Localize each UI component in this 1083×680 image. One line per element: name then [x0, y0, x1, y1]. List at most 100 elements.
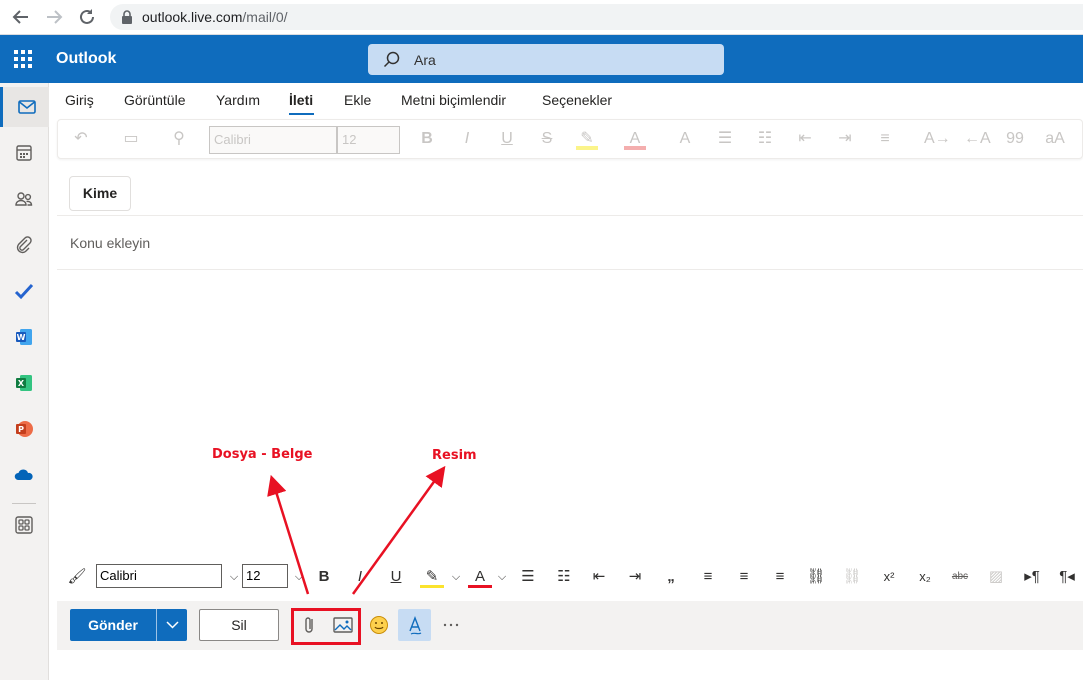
powerpoint-icon: P — [16, 421, 33, 437]
back-icon[interactable] — [10, 6, 32, 28]
increase-indent-icon[interactable]: ⇥ — [834, 128, 856, 150]
to-button[interactable]: Kime — [69, 176, 131, 211]
tab-format-text[interactable]: Metni biçimlendir — [401, 92, 506, 108]
size-select[interactable]: 12 — [242, 564, 288, 588]
paste-icon[interactable]: ▭ — [120, 128, 142, 150]
font-color-icon[interactable]: A — [624, 128, 646, 150]
increase-indent-icon[interactable]: ⇥ — [623, 566, 647, 588]
change-case-icon[interactable]: aA — [1044, 128, 1066, 150]
decrease-indent-icon[interactable]: ⇤ — [587, 566, 611, 588]
size-dropdown-icon[interactable]: ⌵ — [287, 566, 311, 588]
rail-excel[interactable]: X — [0, 363, 49, 403]
italic-icon[interactable]: I — [348, 566, 372, 588]
highlight-dropdown-icon[interactable]: ⌵ — [444, 566, 468, 588]
excel-icon: X — [16, 375, 32, 391]
app-launcher-icon[interactable] — [14, 50, 32, 68]
rail-calendar[interactable] — [0, 133, 49, 173]
highlight-icon[interactable]: ✎ — [420, 566, 444, 588]
superscript-icon[interactable]: x² — [877, 566, 901, 588]
font-select[interactable]: Calibri — [96, 564, 222, 588]
ltr-icon[interactable]: A→ — [924, 128, 951, 150]
rail-onedrive[interactable] — [0, 455, 49, 495]
strikethrough-icon[interactable]: abc — [948, 566, 972, 588]
more-options-icon[interactable] — [439, 613, 463, 637]
bullets-icon[interactable]: ☰ — [714, 128, 736, 150]
undo-icon[interactable]: ↶ — [70, 128, 92, 150]
rail-divider — [12, 503, 36, 504]
format-painter-icon[interactable]: 🖌 — [65, 566, 89, 588]
send-button[interactable]: Gönder — [70, 609, 156, 641]
rail-more-apps[interactable] — [0, 505, 49, 545]
format-toolbar: 🖌 Calibri ⌵ 12 ⌵ B I U ✎ ⌵ A ⌵ ☰ ☷ ⇤ ⇥ „… — [57, 560, 1083, 596]
decrease-indent-icon[interactable]: ⇤ — [794, 128, 816, 150]
bullets-icon[interactable]: ☰ — [516, 566, 540, 588]
svg-text:P: P — [18, 425, 24, 434]
align-right-icon[interactable]: ≡ — [768, 566, 792, 588]
quote-icon[interactable]: „ — [659, 566, 683, 588]
tab-options[interactable]: Seçenekler — [542, 92, 612, 108]
forward-icon[interactable] — [43, 6, 65, 28]
subject-input[interactable]: Konu ekleyin — [70, 235, 150, 251]
rtl-paragraph-icon[interactable]: ¶◂ — [1055, 566, 1079, 588]
annotation-image-label: Resim — [432, 448, 477, 463]
ribbon-size-select[interactable]: 12 — [337, 126, 400, 154]
svg-text:X: X — [18, 379, 25, 388]
send-options-button[interactable] — [156, 609, 187, 641]
align-left-icon[interactable]: ≡ — [696, 566, 720, 588]
discard-button[interactable]: Sil — [199, 609, 279, 641]
emoji-icon[interactable] — [367, 613, 391, 637]
rail-powerpoint[interactable]: P — [0, 409, 49, 449]
rail-files[interactable] — [0, 225, 49, 265]
attach-icon[interactable] — [297, 613, 321, 637]
word-icon: W — [16, 329, 32, 345]
underline-icon[interactable]: U — [384, 566, 408, 588]
message-body[interactable] — [57, 273, 1083, 553]
link-icon[interactable]: ⛓ — [804, 566, 828, 588]
font-color-icon[interactable]: A — [468, 566, 492, 588]
rtl-icon[interactable]: ←A — [964, 128, 991, 150]
italic-icon[interactable]: I — [456, 128, 478, 150]
url-text: outlook.live.com/mail/0/ — [142, 9, 288, 25]
numbering-icon[interactable]: ☷ — [754, 128, 776, 150]
bold-icon[interactable]: B — [312, 566, 336, 588]
search-placeholder: Ara — [414, 52, 436, 68]
rail-mail[interactable] — [0, 87, 49, 127]
address-bar[interactable]: outlook.live.com/mail/0/ — [110, 4, 1083, 30]
rail-word[interactable]: W — [0, 317, 49, 357]
subject-divider — [57, 269, 1083, 270]
search-input[interactable]: Ara — [368, 44, 724, 75]
highlight-icon[interactable]: ✎ — [576, 128, 598, 150]
rail-todo[interactable] — [0, 271, 49, 311]
align-icon[interactable]: ≡ — [874, 128, 896, 150]
insert-picture-icon[interactable] — [331, 613, 355, 637]
ltr-paragraph-icon[interactable]: ▸¶ — [1020, 566, 1044, 588]
editor-pen-icon — [409, 616, 422, 635]
numbering-icon[interactable]: ☷ — [552, 566, 576, 588]
format-painter-icon[interactable]: ⚲ — [168, 128, 190, 150]
tab-message[interactable]: İleti — [289, 92, 313, 108]
align-center-icon[interactable]: ≡ — [732, 566, 756, 588]
strikethrough-icon[interactable]: S — [536, 128, 558, 150]
subscript-icon[interactable]: x₂ — [913, 566, 937, 588]
editor-button[interactable] — [398, 609, 431, 641]
bold-icon[interactable]: B — [416, 128, 438, 150]
insert-picture-inline-icon[interactable]: ▨ — [984, 566, 1008, 588]
font-color-dropdown-icon[interactable]: ⌵ — [490, 566, 514, 588]
quote-icon[interactable]: 99 — [1004, 128, 1026, 150]
underline-icon[interactable]: U — [496, 128, 518, 150]
paperclip-icon — [16, 236, 32, 254]
app-header: Outlook Ara — [0, 35, 1083, 83]
tab-insert[interactable]: Ekle — [344, 92, 371, 108]
rail-people[interactable] — [0, 179, 49, 219]
app-rail: W X P — [0, 83, 49, 680]
tab-view[interactable]: Görüntüle — [124, 92, 185, 108]
ribbon-toolbar: ↶ ▭ ⚲ Calibri 12 B I U S ✎ A A ☰ ☷ ⇤ ⇥ ≡… — [57, 119, 1083, 159]
reload-icon[interactable] — [76, 6, 98, 28]
chevron-down-icon — [166, 621, 179, 629]
styles-icon[interactable]: A — [674, 128, 696, 150]
app-title[interactable]: Outlook — [56, 50, 116, 68]
unlink-icon[interactable]: ⛓ — [840, 566, 864, 588]
ribbon-font-select[interactable]: Calibri — [209, 126, 337, 154]
tab-help[interactable]: Yardım — [216, 92, 260, 108]
tab-home[interactable]: Giriş — [65, 92, 94, 108]
